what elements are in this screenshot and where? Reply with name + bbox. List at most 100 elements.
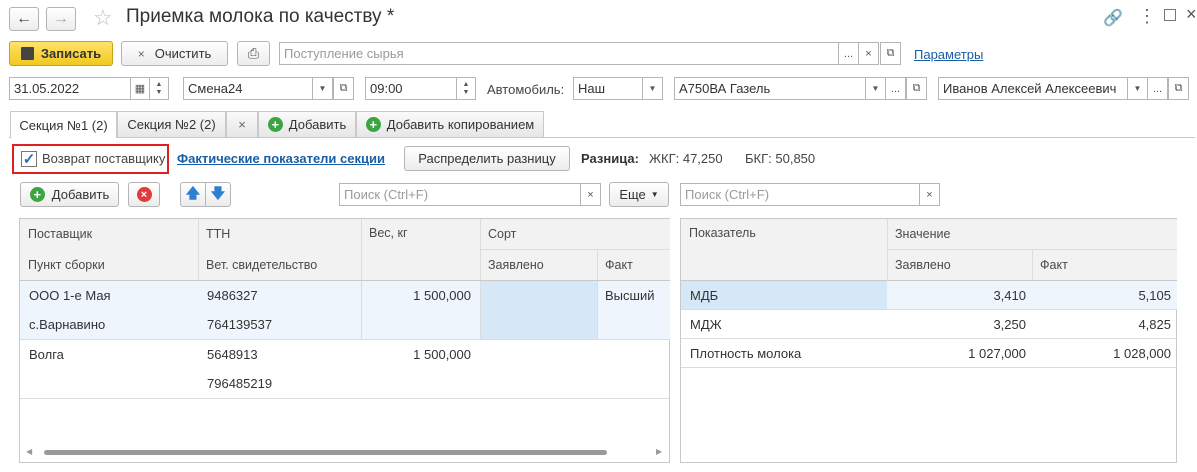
calendar-icon[interactable]: ▦ <box>130 77 150 100</box>
source-input[interactable]: Поступление сырья <box>279 42 839 65</box>
more-button[interactable]: Еще ▼ <box>609 182 669 207</box>
printer-icon: ⎙ <box>247 45 260 61</box>
column-header-weight[interactable]: Вес, кг <box>361 219 480 280</box>
source-select-button[interactable]: ... <box>838 42 859 65</box>
chevron-down-icon[interactable]: ▼ <box>642 77 663 100</box>
table-row[interactable]: МДЖ 3,250 4,825 <box>681 310 1177 338</box>
checkmark-icon: ✓ <box>22 150 36 168</box>
clear-button[interactable]: × Очистить <box>121 41 228 66</box>
more-button-label: Еще <box>619 187 646 202</box>
right-search-input[interactable]: Поиск (Ctrl+F) <box>680 183 920 206</box>
return-checkbox[interactable]: ✓ <box>21 151 37 167</box>
cell-weight: 1 500,000 <box>413 346 471 362</box>
column-header-declared[interactable]: Заявлено <box>480 249 597 280</box>
table-row[interactable]: МДБ 3,410 5,105 <box>681 281 1177 309</box>
chevron-down-icon[interactable]: ▼ <box>312 77 333 100</box>
time-stepper[interactable]: ▲ ▼ <box>456 77 476 100</box>
column-header-fact[interactable]: Факт <box>1032 249 1177 280</box>
shift-select[interactable]: Смена24 <box>183 77 313 100</box>
chevron-down-icon[interactable]: ▼ <box>1127 77 1148 100</box>
add-row-button[interactable]: + Добавить <box>20 182 119 207</box>
column-header-vet[interactable]: Вет. свидетельство <box>198 249 361 280</box>
link-icon[interactable]: 🔗 <box>1103 8 1123 28</box>
cell-declared: 1 027,000 <box>968 345 1026 361</box>
plus-circle-icon: + <box>365 117 381 132</box>
table-row[interactable]: Волга 5648913 796485219 1 500,000 <box>20 340 670 398</box>
column-header-indicator[interactable]: Показатель <box>681 219 887 280</box>
column-header-fact[interactable]: Факт <box>597 249 670 280</box>
left-search-input[interactable]: Поиск (Ctrl+F) <box>339 183 581 206</box>
cell-supplier: Волга <box>29 346 64 362</box>
delete-icon: × <box>136 187 152 202</box>
move-up-button[interactable]: 🡅 <box>180 182 206 207</box>
tabs-baseline <box>9 137 1195 138</box>
favorite-star-icon[interactable]: ☆ <box>93 5 113 31</box>
car-select-button[interactable]: ... <box>885 77 906 100</box>
tab-label: Добавить <box>288 117 347 132</box>
grade-declared-cell[interactable] <box>480 281 597 339</box>
grid-line <box>361 219 362 280</box>
grid-line <box>480 249 670 250</box>
close-icon: × <box>238 117 246 132</box>
cell-fact: 4,825 <box>1138 316 1171 332</box>
shift-open-icon[interactable]: ⧉ <box>333 77 354 100</box>
more-menu-icon[interactable]: ⋮ <box>1138 6 1156 27</box>
chevron-down-icon[interactable]: ▼ <box>865 77 886 100</box>
car-owner-select[interactable]: Наш <box>573 77 643 100</box>
source-open-icon[interactable]: ⧉ <box>880 42 901 65</box>
column-header-declared[interactable]: Заявлено <box>887 249 1032 280</box>
driver-open-icon[interactable]: ⧉ <box>1168 77 1189 100</box>
cell-vet: 764139537 <box>207 316 273 332</box>
driver-select-button[interactable]: ... <box>1147 77 1168 100</box>
driver-select[interactable]: Иванов Алексей Алексеевич <box>938 77 1128 100</box>
clear-button-label: Очистить <box>154 46 212 61</box>
grid-line <box>681 367 1177 368</box>
tab-add-copy-button[interactable]: + Добавить копированием <box>356 111 544 137</box>
save-button[interactable]: Записать <box>9 41 113 66</box>
column-header-grade[interactable]: Сорт <box>480 219 670 249</box>
back-button[interactable]: ← <box>9 7 39 31</box>
horizontal-scrollbar[interactable] <box>44 450 607 455</box>
column-header-supplier[interactable]: Поставщик <box>20 219 198 249</box>
chevron-down-icon: ▼ <box>650 190 659 199</box>
tab-add-button[interactable]: + Добавить <box>258 111 356 137</box>
forward-button[interactable]: → <box>46 7 76 31</box>
tab-label: Секция №2 (2) <box>127 117 216 132</box>
window-maximize-icon[interactable] <box>1164 9 1176 21</box>
cell-ttn: 5648913 <box>207 346 258 362</box>
distribute-difference-button[interactable]: Распределить разницу <box>404 146 570 171</box>
right-search-clear[interactable]: × <box>919 183 940 206</box>
column-header-ttn[interactable]: ТТН <box>198 219 361 249</box>
cell-declared: 3,250 <box>993 316 1026 332</box>
add-row-label: Добавить <box>51 187 110 202</box>
table-row[interactable]: ООО 1-е Мая с.Варнавино 9486327 76413953… <box>20 281 670 339</box>
move-down-button[interactable]: 🡇 <box>205 182 231 207</box>
actual-indicators-link[interactable]: Фактические показатели секции <box>177 151 385 166</box>
tab-section-1[interactable]: Секция №1 (2) <box>10 111 117 138</box>
tab-section-2[interactable]: Секция №2 (2) <box>117 111 226 137</box>
car-open-icon[interactable]: ⧉ <box>906 77 927 100</box>
window-close-icon[interactable]: × <box>1186 4 1197 25</box>
scroll-left-arrow[interactable]: ◀ <box>26 447 32 456</box>
column-header-value[interactable]: Значение <box>887 219 1177 249</box>
delete-row-button[interactable]: × <box>128 182 160 207</box>
grid-line <box>1032 249 1033 280</box>
cell-weight: 1 500,000 <box>413 287 471 303</box>
column-header-point[interactable]: Пункт сборки <box>20 249 198 280</box>
source-clear-button[interactable]: × <box>858 42 879 65</box>
table-row[interactable]: Плотность молока 1 027,000 1 028,000 <box>681 339 1177 367</box>
grid-line <box>597 249 598 280</box>
plus-circle-icon: + <box>267 117 283 132</box>
print-button[interactable]: ⎙ <box>237 41 270 66</box>
time-input[interactable]: 09:00 <box>365 77 457 100</box>
page-title: Приемка молока по качеству * <box>126 6 395 27</box>
params-link[interactable]: Параметры <box>914 47 983 62</box>
date-stepper[interactable]: ▲ ▼ <box>149 77 169 100</box>
cell-indicator: МДЖ <box>690 316 722 332</box>
date-input[interactable]: 31.05.2022 <box>9 77 131 100</box>
difference-zhkg: ЖКГ: 47,250 <box>649 151 723 166</box>
tab-close-button[interactable]: × <box>226 111 258 137</box>
scroll-right-arrow[interactable]: ▶ <box>656 447 662 456</box>
car-select[interactable]: А750ВА Газель <box>674 77 866 100</box>
left-search-clear[interactable]: × <box>580 183 601 206</box>
